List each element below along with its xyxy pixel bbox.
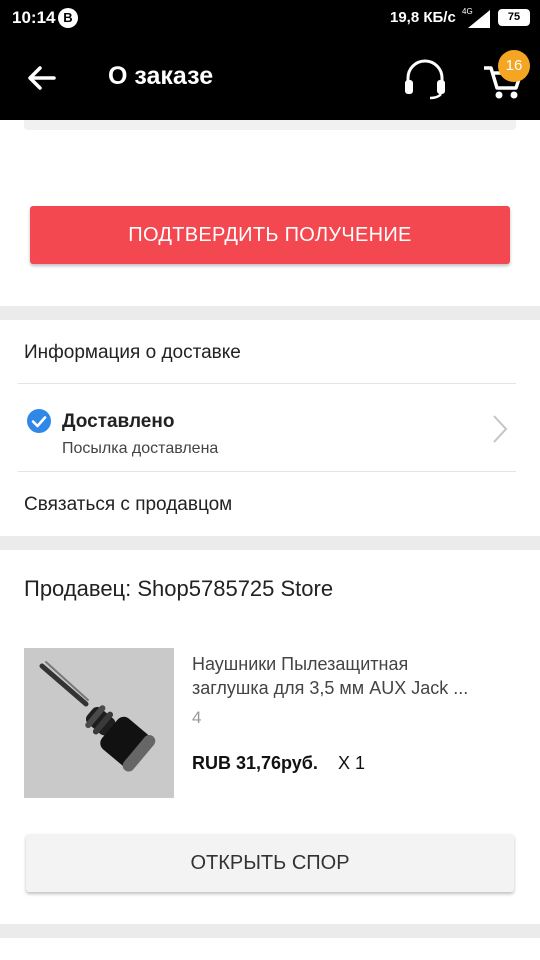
status-time: 10:14 xyxy=(12,8,56,27)
chevron-right-icon xyxy=(493,415,508,443)
notification-badge: B xyxy=(58,8,78,28)
delivery-status-subtitle: Посылка доставлена xyxy=(62,440,219,457)
headset-icon[interactable] xyxy=(400,56,450,100)
contact-seller-link[interactable]: Связаться с продавцом xyxy=(24,494,232,516)
back-arrow-icon[interactable] xyxy=(20,56,64,100)
delivery-heading: Информация о доставке xyxy=(24,342,241,363)
app-bar: О заказе 16 xyxy=(0,36,540,120)
delivery-status-title: Доставлено xyxy=(62,411,175,432)
product-quantity: X 1 xyxy=(338,753,366,773)
network-type: 4G xyxy=(462,7,473,16)
confirm-receipt-button[interactable]: ПОДТВЕРДИТЬ ПОЛУЧЕНИЕ xyxy=(30,206,510,264)
check-circle-icon xyxy=(27,409,51,433)
product-image[interactable] xyxy=(24,648,174,798)
card-edge xyxy=(24,120,516,130)
next-card xyxy=(0,938,540,960)
open-dispute-button[interactable]: ОТКРЫТЬ СПОР xyxy=(26,834,514,892)
product-title[interactable]: Наушники Пылезащитная заглушка для 3,5 м… xyxy=(192,652,518,700)
battery-indicator: 75 xyxy=(498,9,530,26)
divider xyxy=(18,471,516,472)
cart-count-badge: 16 xyxy=(498,50,530,82)
divider xyxy=(18,383,516,384)
seller-name[interactable]: Продавец: Shop5785725 Store xyxy=(24,576,333,602)
order-card: Продавец: Shop5785725 Store Наушники Пыл… xyxy=(0,550,540,924)
delivery-status-row[interactable]: Доставлено Посылка доставлена xyxy=(18,386,516,472)
page-title: О заказе xyxy=(108,62,214,90)
actions-card: ПОДТВЕРДИТЬ ПОЛУЧЕНИЕ xyxy=(0,120,540,306)
signal-icon: 4G xyxy=(462,7,490,28)
product-title-line: Наушники Пылезащитная xyxy=(192,654,409,674)
product-price: RUB 31,76руб. xyxy=(192,753,318,773)
status-bar: 10:14 B 19,8 КБ/с 4G 75 xyxy=(0,0,540,36)
network-speed: 19,8 КБ/с xyxy=(390,9,456,26)
delivery-info-card: Информация о доставке Доставлено Посылка… xyxy=(0,320,540,536)
product-title-line: заглушка для 3,5 мм AUX Jack ... xyxy=(192,678,469,698)
product-variant: 4 xyxy=(192,708,202,727)
